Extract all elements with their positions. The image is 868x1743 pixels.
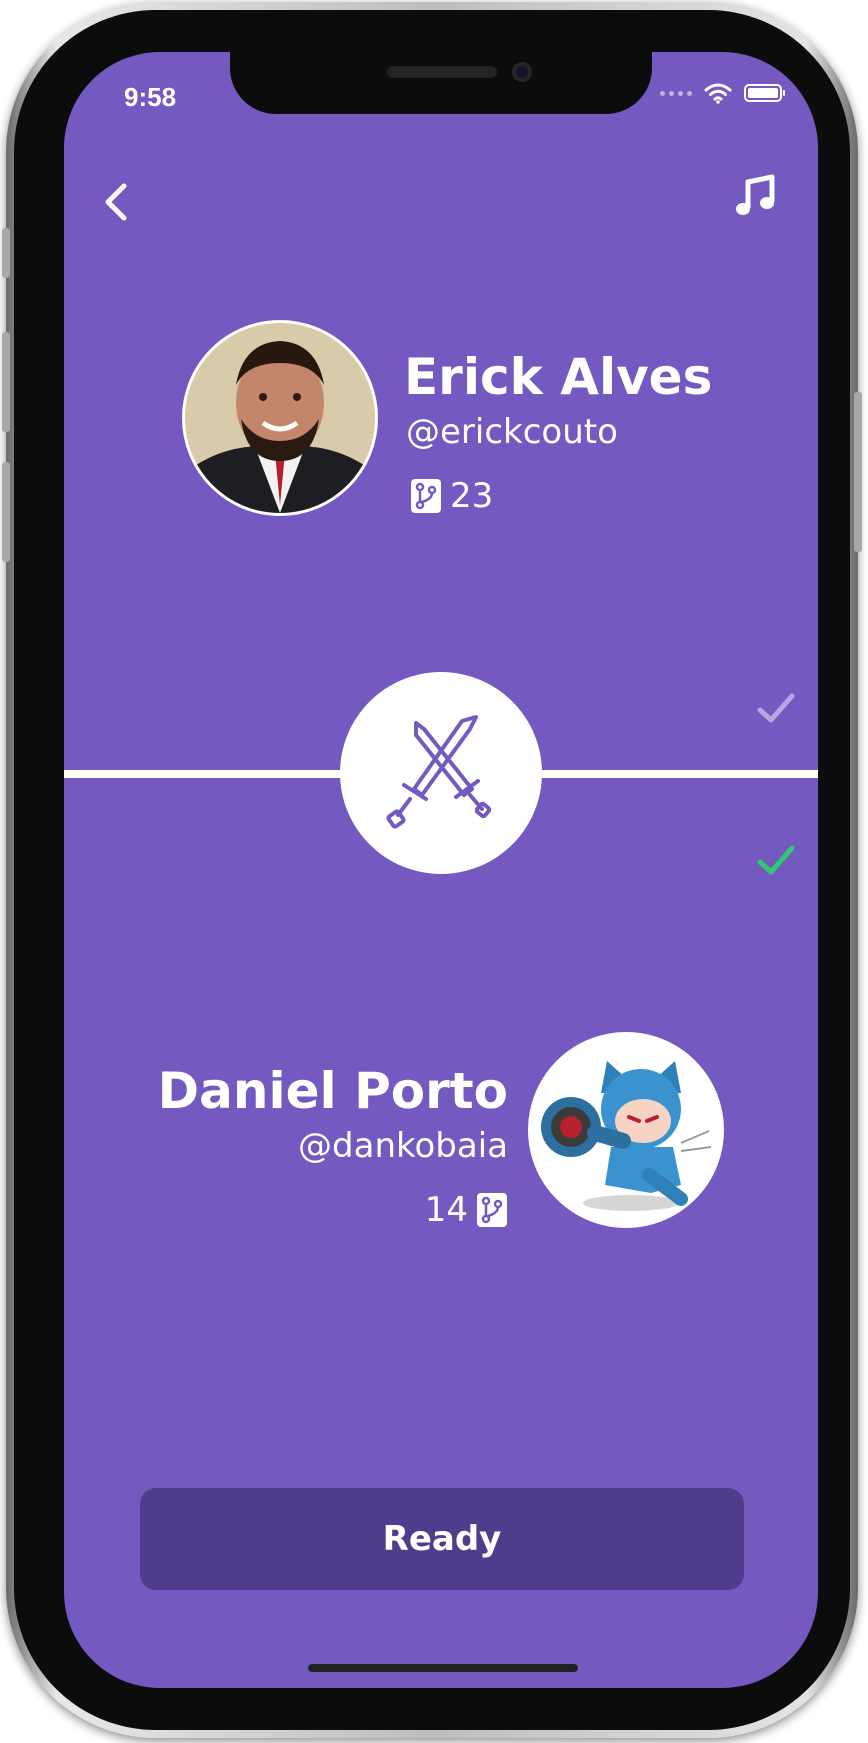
- opponent-2-handle: @dankobaia: [298, 1126, 508, 1166]
- git-branch-icon: [477, 1193, 507, 1227]
- home-indicator[interactable]: [308, 1664, 578, 1672]
- notch: [230, 52, 652, 114]
- mute-switch: [2, 228, 10, 278]
- opponent-1-repo-count: 23: [410, 476, 493, 516]
- opponent-2-repo-count: 14: [425, 1190, 508, 1230]
- avatar-opponent-2: [528, 1032, 724, 1228]
- checkmark-icon: [757, 845, 795, 875]
- phone-frame: 9:58 Erick Alves @erickcouto 23 Daniel P…: [2, 2, 862, 1738]
- volume-down-button: [2, 462, 10, 562]
- front-camera: [512, 62, 532, 82]
- opponent-1-handle: @erickcouto: [406, 412, 618, 452]
- checkmark-icon: [757, 693, 795, 723]
- ready-button[interactable]: Ready: [140, 1488, 744, 1590]
- avatar-opponent-1: [182, 320, 378, 516]
- crossed-swords-icon: [386, 715, 492, 829]
- avatar-photo: [185, 323, 375, 513]
- wifi-icon: [704, 83, 732, 104]
- opponent-2-name: Daniel Porto: [157, 1062, 508, 1120]
- versus-badge: [340, 672, 542, 874]
- count-value: 14: [424, 1190, 468, 1230]
- volume-up-button: [2, 332, 10, 432]
- music-note-icon[interactable]: [732, 174, 778, 220]
- opponent-1-name: Erick Alves: [404, 348, 713, 406]
- status-icons: [660, 82, 785, 104]
- octocat-avatar: [541, 1061, 712, 1211]
- signal-icon: [660, 90, 692, 96]
- back-button[interactable]: [98, 180, 138, 224]
- status-time: 9:58: [124, 82, 177, 112]
- battery-icon: [744, 84, 785, 102]
- speaker: [387, 66, 497, 78]
- git-branch-icon: [411, 479, 441, 513]
- app-screen: 9:58 Erick Alves @erickcouto 23 Daniel P…: [64, 52, 818, 1688]
- count-value: 23: [450, 476, 494, 516]
- power-button: [854, 392, 862, 552]
